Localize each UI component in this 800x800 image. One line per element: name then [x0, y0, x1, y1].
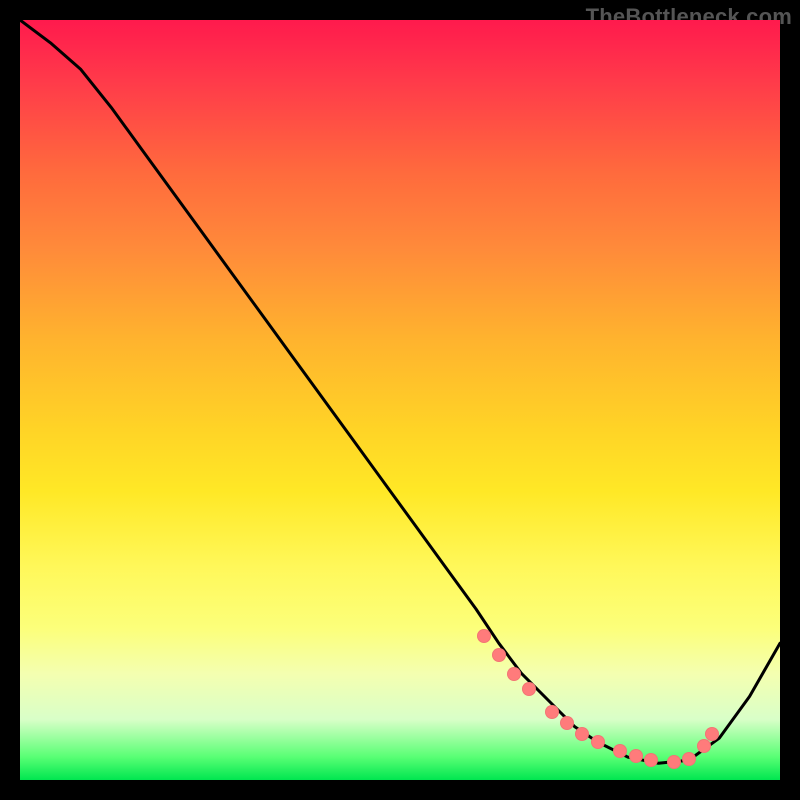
data-marker [667, 755, 681, 769]
data-marker [705, 727, 719, 741]
data-marker [697, 739, 711, 753]
data-marker [644, 753, 658, 767]
data-marker [591, 735, 605, 749]
data-marker [682, 752, 696, 766]
line-series-1 [20, 20, 780, 763]
curve-svg [20, 20, 780, 780]
data-marker [629, 749, 643, 763]
plot-area [20, 20, 780, 780]
chart-stage: TheBottleneck.com [0, 0, 800, 800]
data-marker [507, 667, 521, 681]
data-marker [477, 629, 491, 643]
data-marker [545, 705, 559, 719]
data-marker [522, 682, 536, 696]
data-marker [492, 648, 506, 662]
